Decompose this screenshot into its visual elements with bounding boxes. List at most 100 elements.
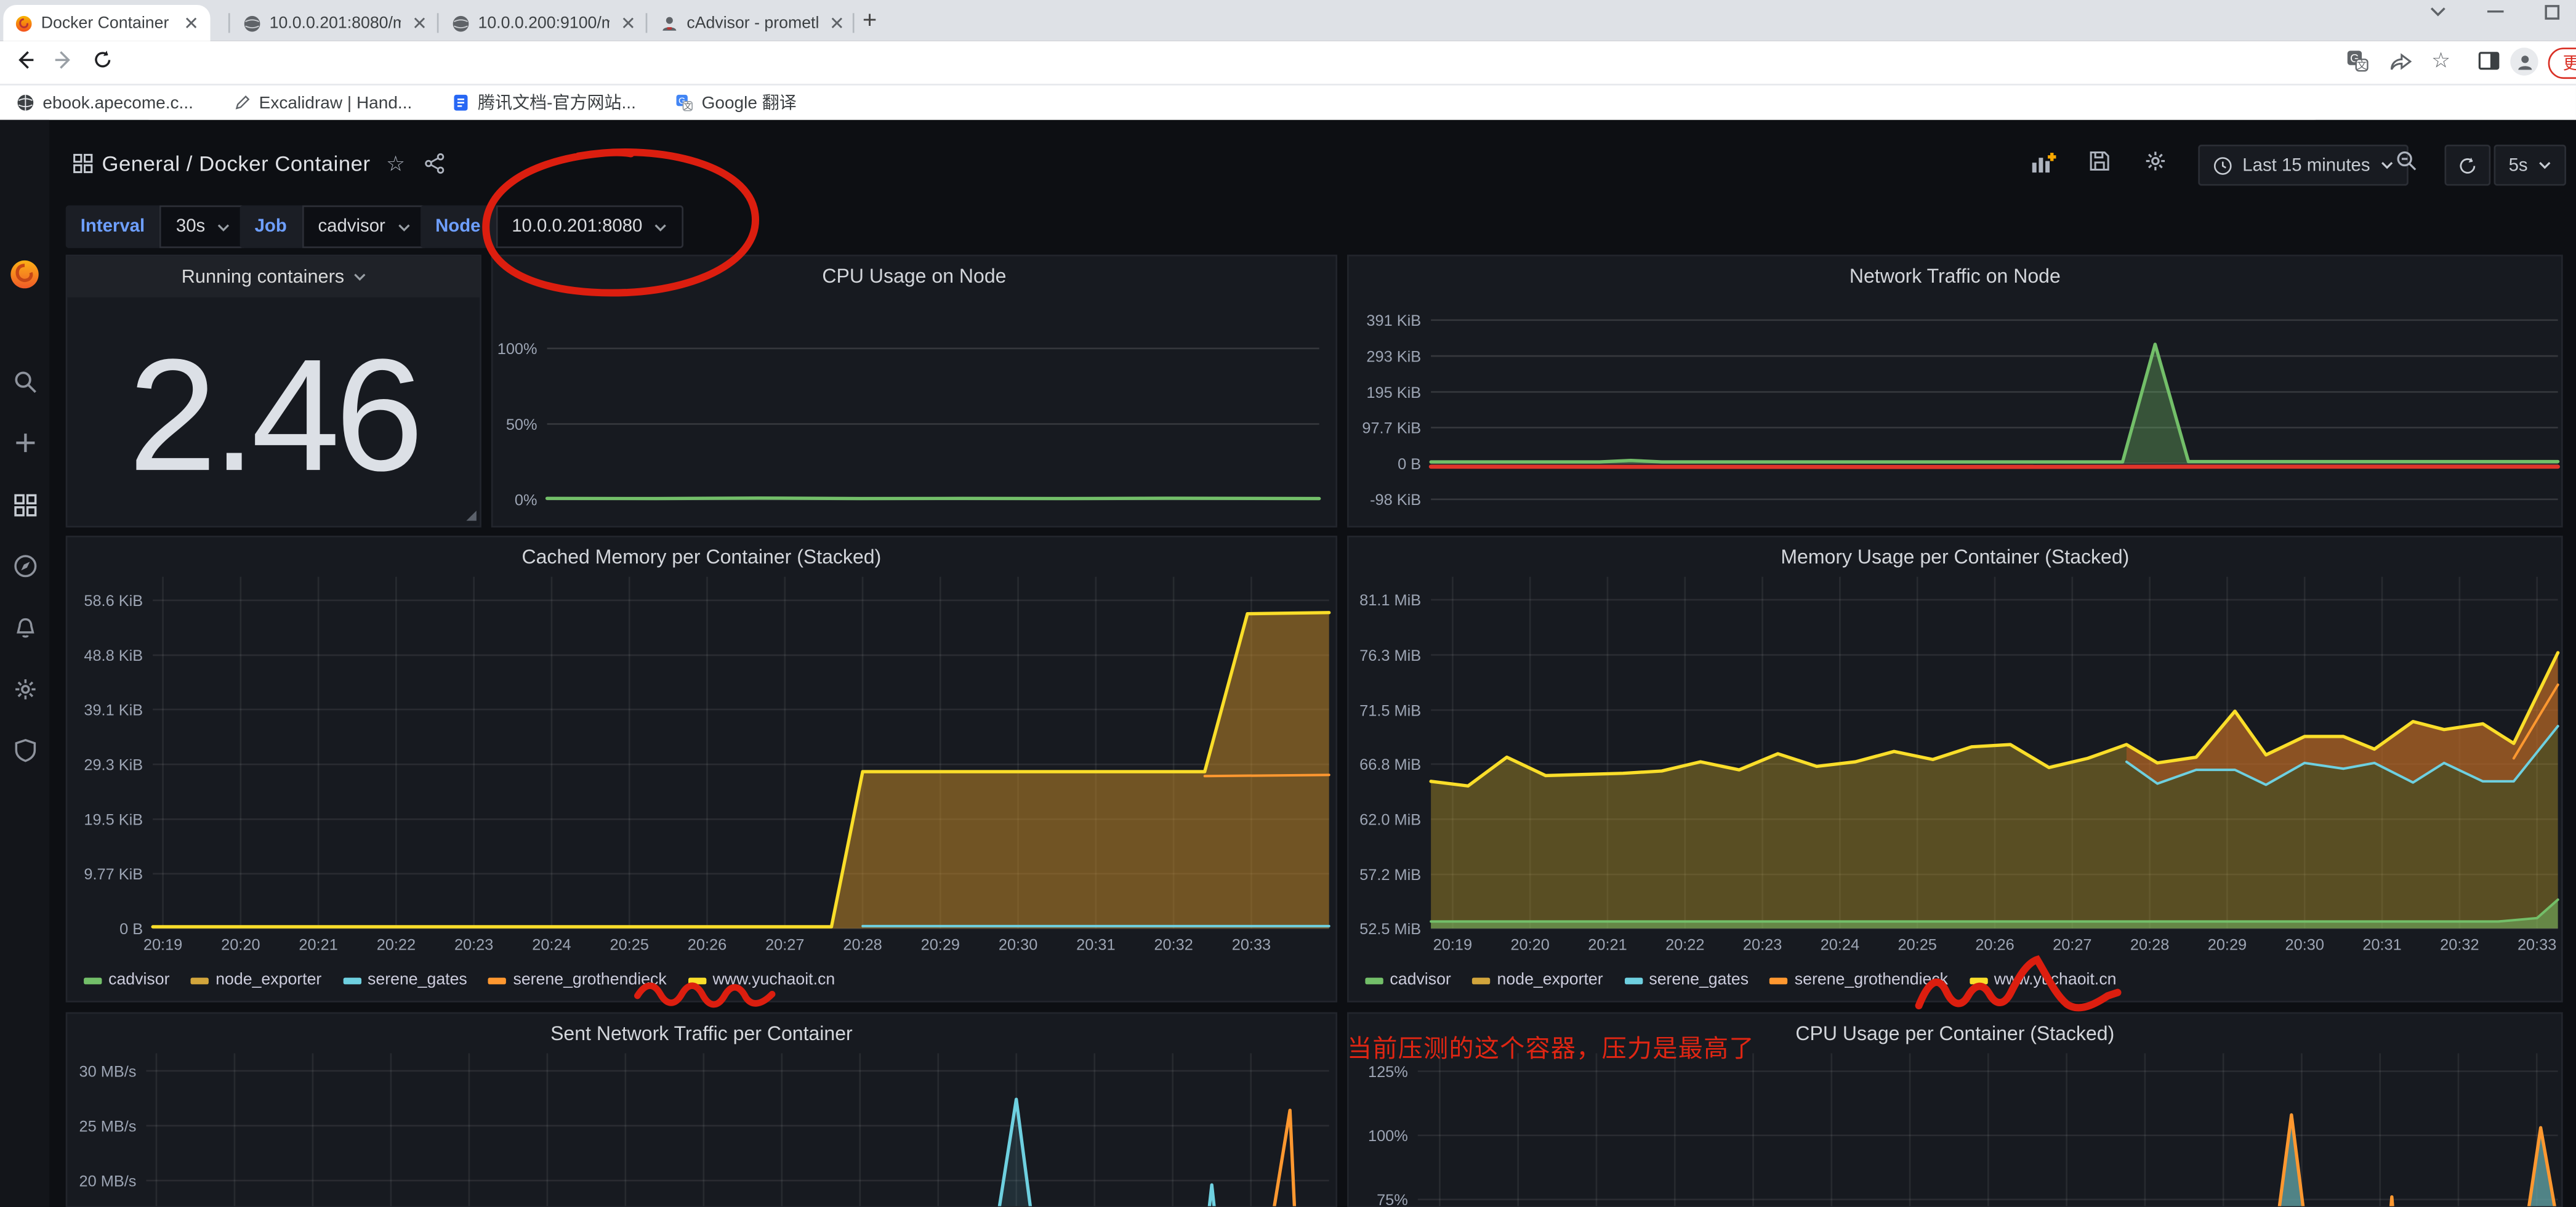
svg-text:100%: 100% [497,341,537,358]
tab-title: 10.0.0.200:9100/metrics [478,14,609,32]
bookmark-label: 腾讯文档-官方网站... [478,91,636,115]
svg-text:71.5 MiB: 71.5 MiB [1359,702,1421,719]
tab-close-icon[interactable]: ✕ [826,12,845,34]
legend-swatch [84,977,102,983]
panel-title[interactable]: Sent Network Traffic per Container [67,1022,1335,1045]
shield-icon[interactable] [0,738,49,770]
legend-item-www.yuchaoit.cn[interactable]: www.yuchaoit.cn [1970,971,2117,989]
svg-text:20:29: 20:29 [921,936,960,953]
svg-text:20:20: 20:20 [1510,936,1549,953]
panel-resize-handle[interactable]: ◢ [466,507,476,522]
breadcrumb[interactable]: General / Docker Container [102,151,370,176]
panel-title[interactable]: Cached Memory per Container (Stacked) [67,546,1335,568]
panel-title[interactable]: Network Traffic on Node [1349,265,2561,288]
legend-label: serene_gates [368,971,467,989]
cached-memory-chart[interactable]: 20:1920:2020:2120:2220:2320:2420:2520:26… [67,538,1337,1003]
side-panel-icon[interactable] [2477,49,2500,81]
svg-text:文: 文 [2357,60,2367,71]
bookmark-excalidraw[interactable]: Excalidraw | Hand... [233,93,412,113]
browser-update-pill[interactable]: 更 [2548,47,2576,78]
share-dashboard-icon[interactable] [424,153,445,182]
dashboard-settings-gear-icon[interactable] [2144,150,2167,181]
create-plus-icon[interactable] [0,430,49,463]
svg-text:20:31: 20:31 [2362,936,2401,953]
panel-header[interactable]: Running containers [67,256,480,297]
legend-item-cadvisor[interactable]: cadvisor [84,971,169,989]
svg-text:125%: 125% [1368,1064,1408,1081]
svg-text:20:33: 20:33 [1232,936,1271,953]
legend-item-node_exporter[interactable]: node_exporter [191,971,321,989]
variable-label: Node [421,206,495,248]
forward-icon[interactable] [52,49,74,76]
tab-metrics-200[interactable]: 10.0.0.200:9100/metrics ✕ [440,5,647,41]
favorite-star-icon[interactable]: ☆ [386,151,405,177]
legend-item-www.yuchaoit.cn[interactable]: www.yuchaoit.cn [688,971,835,989]
legend-item-serene_gates[interactable]: serene_gates [343,971,467,989]
bookmark-star-icon[interactable]: ☆ [2431,47,2450,74]
panel-title[interactable]: Memory Usage per Container (Stacked) [1349,546,2561,568]
variable-value-dropdown[interactable]: 30s [159,206,246,248]
svg-text:20:25: 20:25 [1898,936,1937,953]
memory-usage-chart[interactable]: 20:1920:2020:2120:2220:2320:2420:2520:26… [1349,538,2563,1003]
settings-gear-icon[interactable] [0,677,49,709]
share-icon[interactable] [2389,49,2412,81]
legend-item-serene_grothendieck[interactable]: serene_grothendieck [1770,971,1948,989]
search-icon[interactable] [0,369,49,402]
svg-text:25 MB/s: 25 MB/s [79,1118,137,1135]
variable-value-dropdown[interactable]: cadvisor [302,206,427,248]
legend-item-serene_gates[interactable]: serene_gates [1624,971,1749,989]
legend-item-node_exporter[interactable]: node_exporter [1473,971,1603,989]
explore-compass-icon[interactable] [0,554,49,586]
svg-text:0 B: 0 B [1398,456,1421,473]
add-panel-icon[interactable] [2031,150,2057,184]
alerting-bell-icon[interactable] [0,616,49,649]
variable-value: 30s [176,217,205,236]
tab-grafana[interactable]: Docker Container - Grafana ✕ [3,5,210,41]
globe-dark-icon [17,94,34,111]
panel-running-containers: Running containers 2.46 ◢ [66,255,481,527]
variable-node: Node 10.0.0.201:8080 [421,206,683,248]
variable-value: cadvisor [318,217,385,236]
profile-avatar[interactable] [2510,47,2538,75]
tab-close-icon[interactable]: ✕ [180,12,199,34]
network-node-chart[interactable]: 391 KiB293 KiB195 KiB97.7 KiB0 B-98 KiB [1349,256,2563,527]
tab-close-icon[interactable]: ✕ [618,12,636,34]
tab-close-icon[interactable]: ✕ [409,12,427,34]
save-icon[interactable] [2088,150,2111,181]
time-range-picker[interactable]: Last 15 minutes [2198,145,2408,186]
zoom-out-icon[interactable] [2395,150,2418,181]
reload-icon[interactable] [92,49,113,76]
svg-text:20:26: 20:26 [1975,936,2014,953]
tab-title: 10.0.0.201:8080/metrics [270,14,401,32]
dashboards-grid-icon[interactable] [0,493,49,526]
legend-label: serene_grothendieck [1795,971,1948,989]
bookmark-ebook[interactable]: ebook.apecome.c... [17,93,193,113]
legend-item-cadvisor[interactable]: cadvisor [1365,971,1451,989]
svg-text:20:19: 20:19 [1433,936,1472,953]
bookmark-tencent-docs[interactable]: 腾讯文档-官方网站... [451,91,636,115]
svg-text:9.77 KiB: 9.77 KiB [84,866,143,883]
window-maximize-icon[interactable] [2545,5,2559,25]
grafana-logo[interactable] [0,258,49,299]
legend-item-serene_grothendieck[interactable]: serene_grothendieck [488,971,666,989]
bookmark-label: ebook.apecome.c... [42,93,193,113]
svg-text:62.0 MiB: 62.0 MiB [1359,812,1421,829]
variable-value-dropdown[interactable]: 10.0.0.201:8080 [496,206,684,248]
panel-title[interactable]: CPU Usage on Node [493,265,1336,288]
window-menu-icon[interactable] [2430,3,2447,23]
svg-text:66.8 MiB: 66.8 MiB [1359,756,1421,773]
window-minimize-icon[interactable] [2487,0,2504,25]
refresh-button[interactable] [2445,145,2491,186]
svg-text:20:31: 20:31 [1076,936,1115,953]
refresh-interval-dropdown[interactable]: 5s [2494,145,2566,186]
legend-swatch [1624,977,1642,983]
new-tab-button[interactable]: + [863,7,877,34]
bookmark-google-translate[interactable]: G文 Google 翻译 [675,91,797,115]
dashboard-grid-icon[interactable] [72,153,94,182]
chevron-down-icon [2380,161,2393,169]
tab-metrics-201[interactable]: 10.0.0.201:8080/metrics ✕ [231,5,438,41]
translate-icon[interactable]: G文 [2346,49,2369,81]
back-icon[interactable] [15,49,36,76]
tab-cadvisor[interactable]: cAdvisor - prometheus (/dock ✕ [649,5,856,41]
cpu-node-chart[interactable]: 100%50%0% [493,256,1338,527]
